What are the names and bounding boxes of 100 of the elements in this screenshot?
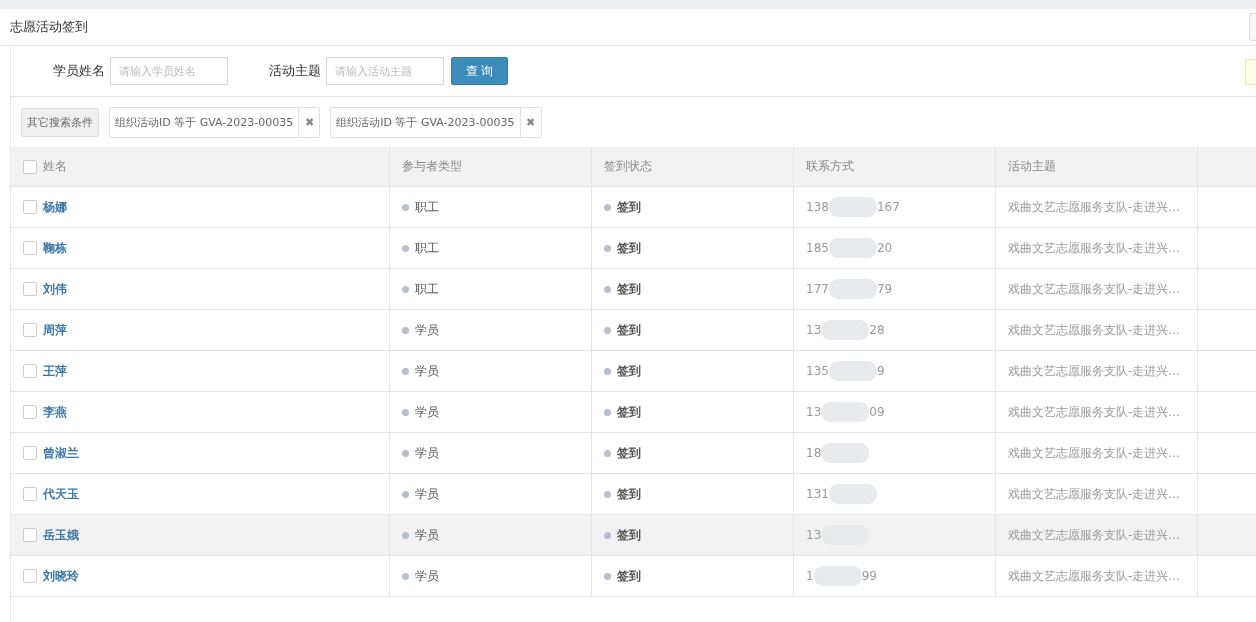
- checkbox[interactable]: [23, 159, 37, 174]
- phone-text: 18: [806, 446, 822, 460]
- filter-text: 组织活动ID 等于 GVA-2023-00035: [335, 114, 516, 130]
- status-dot: [604, 490, 611, 498]
- table-row[interactable]: 岳玉娥 学员 签到 13 戏曲文艺志愿服务支队-走进兴...: [11, 515, 1256, 556]
- search-button[interactable]: 查 询: [451, 57, 508, 85]
- status-dot: [402, 449, 409, 457]
- phone-text: 13: [806, 405, 822, 419]
- field-label: 学员姓名: [53, 62, 105, 80]
- edge-button[interactable]: [1249, 13, 1256, 41]
- table-cell: 戏曲文艺志愿服务支队-走进兴...: [1008, 239, 1180, 257]
- status-dot: [604, 244, 611, 252]
- table-cell: 戏曲文艺志愿服务支队-走进兴...: [1008, 362, 1180, 380]
- table-cell: 签到: [617, 485, 641, 503]
- table-cell: 签到: [617, 321, 641, 339]
- status-dot: [402, 244, 409, 252]
- table-row[interactable]: 刘晓玲 学员 签到 1 99 戏曲文艺志愿服务支队-走进兴...: [11, 556, 1256, 597]
- checkbox[interactable]: [23, 364, 37, 378]
- table-row[interactable]: 杨娜 职工 签到 138 167 戏曲文艺志愿服务支队-走进兴...: [11, 187, 1256, 228]
- checkbox[interactable]: [23, 405, 37, 419]
- name-link[interactable]: 岳玉娥: [43, 526, 79, 544]
- table-cell: 戏曲文艺志愿服务支队-走进兴...: [1008, 485, 1180, 503]
- status-dot: [402, 285, 409, 293]
- column-header: 签到状态: [604, 158, 652, 175]
- column-header: 参与者类型: [402, 158, 462, 175]
- phone-text: 28: [869, 323, 885, 337]
- table-cell: 签到: [617, 567, 641, 585]
- name-link[interactable]: 代天玉: [43, 485, 79, 503]
- status-dot: [604, 449, 611, 457]
- phone-text: 167: [876, 200, 900, 214]
- close-button[interactable]: ✖: [298, 107, 320, 137]
- table-cell: 职工: [415, 239, 439, 257]
- table-cell: 签到: [617, 403, 641, 421]
- status-dot: [402, 326, 409, 334]
- table-cell: 学员: [415, 444, 439, 462]
- checkbox[interactable]: [23, 200, 37, 214]
- status-dot: [604, 572, 611, 580]
- table-row[interactable]: 刘伟 职工 签到 177 79 戏曲文艺志愿服务支队-走进兴...: [11, 269, 1256, 310]
- search-field[interactable]: 请输入活动主题: [326, 57, 444, 85]
- more-filters-button[interactable]: 其它搜索条件: [21, 107, 99, 137]
- status-dot: [402, 490, 409, 498]
- phone-text: 20: [876, 241, 893, 255]
- name-link[interactable]: 鞠栋: [43, 239, 67, 257]
- status-dot: [402, 408, 409, 416]
- checkbox[interactable]: [23, 241, 37, 255]
- status-dot: [604, 326, 611, 334]
- checkbox[interactable]: [23, 528, 37, 542]
- checkbox[interactable]: [23, 487, 37, 501]
- status-dot: [604, 367, 611, 375]
- table-cell: 戏曲文艺志愿服务支队-走进兴...: [1008, 403, 1180, 421]
- phone-text: 177: [806, 282, 829, 296]
- table-cell: 戏曲文艺志愿服务支队-走进兴...: [1008, 567, 1180, 585]
- table-row[interactable]: 曾淑兰 学员 签到 18 戏曲文艺志愿服务支队-走进兴...: [11, 433, 1256, 474]
- phone-text: 99: [861, 569, 877, 583]
- table-cell: 签到: [617, 526, 641, 544]
- name-link[interactable]: 李燕: [43, 403, 67, 421]
- table-cell: 职工: [415, 280, 439, 298]
- phone-text: 1: [806, 569, 814, 583]
- table-cell: 签到: [617, 362, 641, 380]
- name-link[interactable]: 刘晓玲: [43, 567, 79, 585]
- table-row[interactable]: 李燕 学员 签到 13 09 戏曲文艺志愿服务支队-走进兴...: [11, 392, 1256, 433]
- table-row[interactable]: 周萍 学员 签到 13 28 戏曲文艺志愿服务支队-走进兴...: [11, 310, 1256, 351]
- checkbox[interactable]: [23, 282, 37, 296]
- column-header: 联系方式: [806, 158, 854, 175]
- table-cell: 签到: [617, 198, 641, 216]
- phone-text: 79: [876, 282, 893, 296]
- phone-text: 13: [806, 323, 822, 337]
- edge-button[interactable]: [1245, 59, 1256, 85]
- column-header: 姓名: [43, 158, 67, 175]
- table-row[interactable]: 鞠栋 职工 签到 185 20 戏曲文艺志愿服务支队-走进兴...: [11, 228, 1256, 269]
- status-dot: [604, 408, 611, 416]
- name-link[interactable]: 周萍: [43, 321, 67, 339]
- column-header: 活动主题: [1008, 158, 1056, 175]
- status-dot: [402, 367, 409, 375]
- checkbox[interactable]: [23, 569, 37, 583]
- checkbox[interactable]: [23, 446, 37, 460]
- close-button[interactable]: ✖: [519, 107, 541, 137]
- table-cell: 学员: [415, 485, 439, 503]
- search-field[interactable]: 请输入学员姓名: [110, 57, 228, 85]
- name-link[interactable]: 曾淑兰: [43, 444, 79, 462]
- filter-text: 组织活动ID 等于 GVA-2023-00035: [114, 114, 295, 130]
- phone-text: 138: [806, 200, 829, 214]
- table-cell: 学员: [415, 567, 439, 585]
- status-dot: [604, 285, 611, 293]
- name-link[interactable]: 刘伟: [43, 280, 67, 298]
- table-cell: 戏曲文艺志愿服务支队-走进兴...: [1008, 526, 1180, 544]
- status-dot: [604, 203, 611, 211]
- table-row[interactable]: 王萍 学员 签到 135 9 戏曲文艺志愿服务支队-走进兴...: [11, 351, 1256, 392]
- table-cell: 戏曲文艺志愿服务支队-走进兴...: [1008, 321, 1180, 339]
- page-title: 志愿活动签到: [10, 18, 88, 36]
- name-link[interactable]: 王萍: [43, 362, 67, 380]
- name-link[interactable]: 杨娜: [43, 198, 67, 216]
- phone-text: 185: [806, 241, 829, 255]
- field-label: 活动主题: [269, 62, 321, 80]
- phone-text: 13: [806, 528, 822, 542]
- phone-text: 9: [876, 364, 885, 378]
- checkbox[interactable]: [23, 323, 37, 337]
- status-dot: [604, 531, 611, 539]
- table-cell: 戏曲文艺志愿服务支队-走进兴...: [1008, 280, 1180, 298]
- status-dot: [402, 572, 409, 580]
